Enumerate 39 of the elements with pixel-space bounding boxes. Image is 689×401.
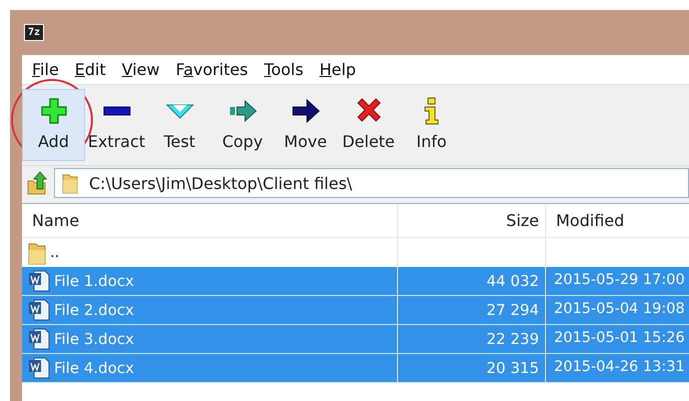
toolbar-button[interactable]: Copy bbox=[211, 89, 274, 161]
folder-icon bbox=[28, 240, 46, 264]
toolbar-button[interactable]: Extract bbox=[85, 89, 148, 161]
menu-item[interactable]: Favorites bbox=[168, 58, 256, 82]
arrow-icon bbox=[290, 96, 320, 126]
menu-item[interactable]: File bbox=[24, 58, 67, 82]
file-name: File 4.docx bbox=[54, 358, 134, 379]
column-header[interactable]: Modified bbox=[546, 204, 689, 237]
column-header[interactable]: Size bbox=[398, 204, 546, 237]
toolbar-button[interactable]: Test bbox=[148, 89, 211, 161]
table-cell: 20 315 bbox=[398, 354, 546, 383]
up-folder-icon[interactable] bbox=[26, 171, 48, 195]
document-icon bbox=[28, 269, 50, 293]
table-cell: 2015-05-01 15:26 bbox=[546, 325, 689, 354]
menu-item[interactable]: Edit bbox=[66, 58, 114, 82]
table-cell: 2015-04-26 13:31 bbox=[546, 354, 689, 383]
column-header[interactable]: Name bbox=[22, 204, 398, 237]
table-cell: 2015-05-04 19:08 bbox=[546, 296, 689, 325]
menu-item[interactable]: Tools bbox=[256, 58, 312, 82]
document-icon bbox=[28, 298, 50, 322]
table-cell: 44 032 bbox=[398, 267, 546, 296]
toolbar-button[interactable]: Info bbox=[400, 89, 463, 161]
toolbar-button[interactable]: Add bbox=[22, 89, 85, 161]
toolbar-button[interactable]: Delete bbox=[337, 89, 400, 161]
toolbar-button[interactable]: Move bbox=[274, 89, 337, 161]
address-field[interactable]: C:\Users\Jim\Desktop\Client files\ bbox=[54, 168, 689, 198]
file-name: .. bbox=[50, 242, 60, 264]
plus-icon bbox=[38, 96, 68, 126]
file-name: File 2.docx bbox=[54, 300, 134, 321]
table-cell: 27 294 bbox=[398, 296, 546, 325]
file-name: File 3.docx bbox=[54, 328, 134, 350]
table-cell: 2015-05-29 17:00 bbox=[546, 267, 689, 296]
menu-item[interactable]: View bbox=[114, 58, 168, 82]
document-icon bbox=[28, 356, 50, 380]
menu-item[interactable]: Help bbox=[311, 58, 364, 82]
app-icon: 7z bbox=[25, 25, 44, 40]
file-name: File 1.docx bbox=[54, 270, 134, 292]
document-icon bbox=[28, 327, 50, 351]
table-cell: 22 239 bbox=[398, 325, 546, 354]
